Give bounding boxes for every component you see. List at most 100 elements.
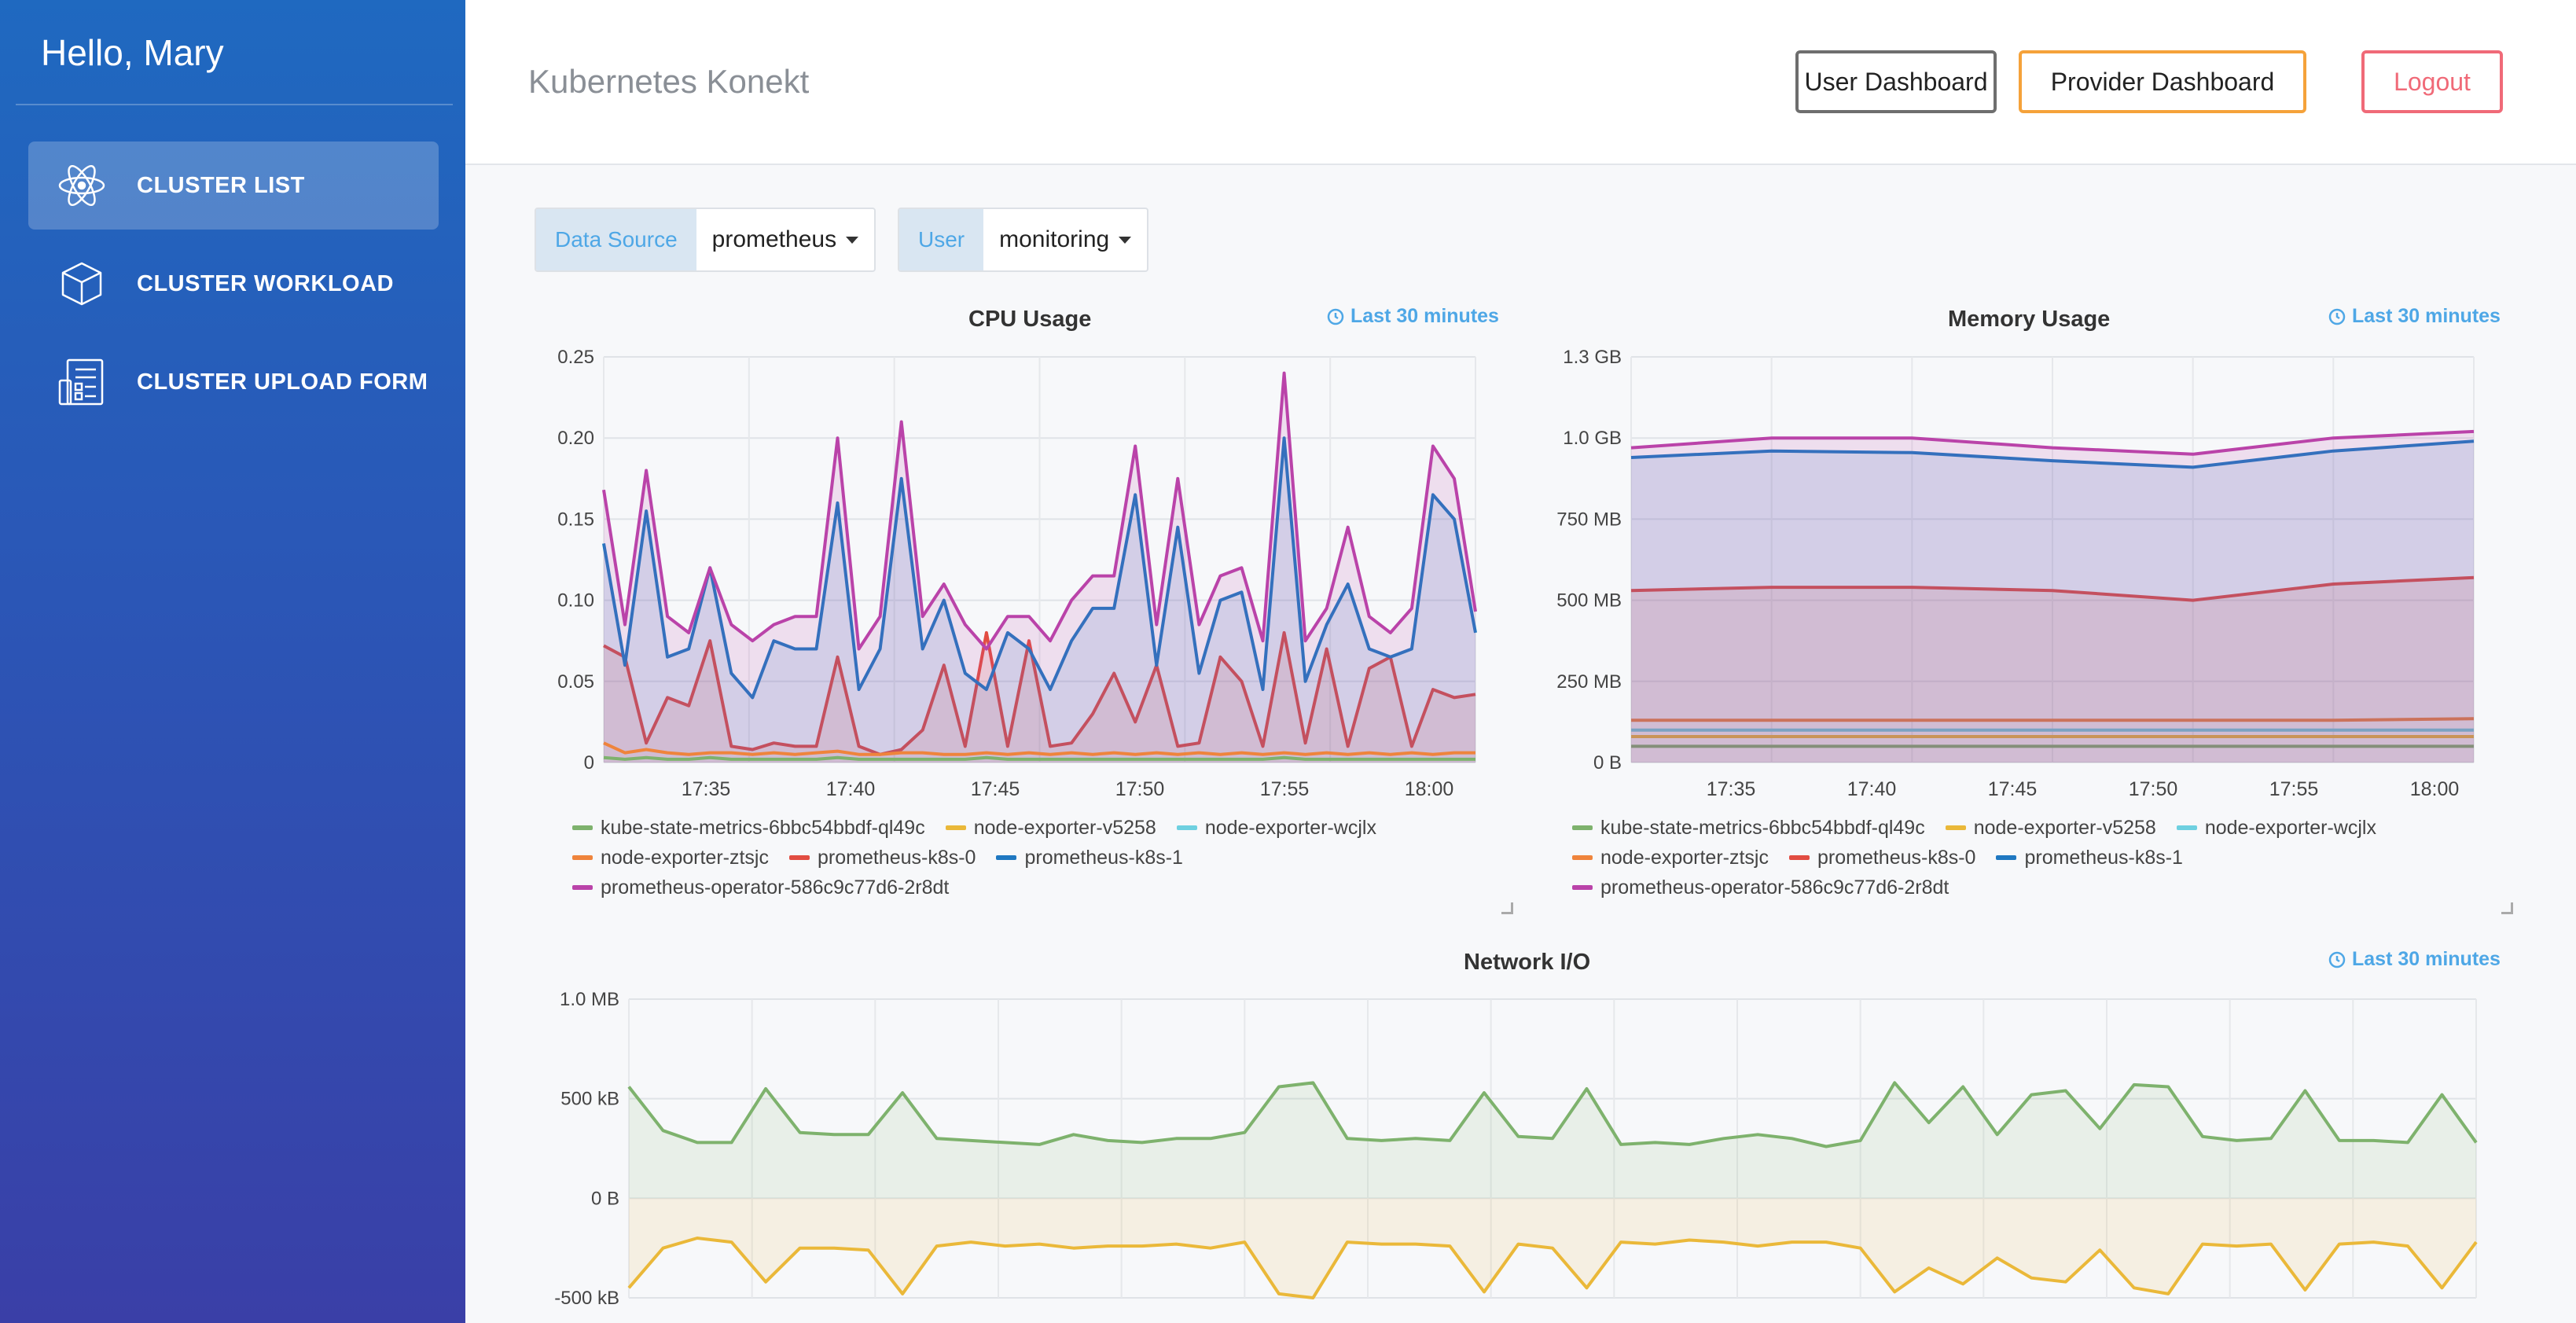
page-title: Kubernetes Konekt — [528, 63, 810, 100]
x-tick-label: 17:50 — [1115, 778, 1165, 800]
legend-item[interactable]: prometheus-k8s-0 — [1788, 846, 1976, 869]
sidebar-item-cluster-upload-form[interactable]: CLUSTER UPLOAD FORM — [28, 338, 439, 426]
legend-item[interactable]: prometheus-k8s-0 — [788, 846, 976, 869]
legend-row: prometheus-operator-586c9c77d6-2r8dt — [1572, 873, 2376, 902]
x-tick-label: 18:00 — [1405, 778, 1454, 800]
legend-swatch — [1176, 825, 1197, 830]
legend-item[interactable]: node-exporter-v5258 — [945, 816, 1156, 840]
x-tick-label: 17:35 — [682, 778, 731, 800]
caret-down-icon — [846, 236, 859, 244]
x-tick-label: 17:45 — [1988, 778, 2038, 800]
legend-row: node-exporter-ztsjc prometheus-k8s-0 prome… — [1572, 843, 2376, 873]
y-tick-label: 0 B — [1593, 752, 1622, 774]
legend-item[interactable]: node-exporter-ztsjc — [572, 847, 769, 869]
x-tick-label: 18:00 — [2410, 778, 2460, 800]
x-tick-label: 17:45 — [971, 778, 1020, 800]
legend-row: kube-state-metrics-6bbc54bbdf-ql49c node-… — [1572, 813, 2376, 843]
legend-row: prometheus-operator-586c9c77d6-2r8dt — [572, 873, 1376, 902]
legend-label: kube-state-metrics-6bbc54bbdf-ql49c — [601, 816, 925, 839]
data-source-filter: Data Source prometheus — [535, 208, 876, 272]
y-tick-label: 0.25 — [557, 347, 594, 368]
time-range-label: Last 30 minutes — [2352, 948, 2501, 970]
y-tick-label: 1.3 GB — [1563, 347, 1622, 368]
legend-item[interactable]: node-exporter-v5258 — [1945, 816, 2156, 840]
cpu-usage-chart: 0 0.05 0.10 0.15 0.20 0.25 17:35 17:40 17:45 17:5… — [557, 347, 1477, 800]
y-tick-label: 1.0 MB — [560, 989, 619, 1010]
provider-dashboard-button[interactable]: Provider Dashboard — [2019, 50, 2306, 113]
atom-icon — [53, 157, 110, 214]
y-tick-label: 0.20 — [557, 428, 594, 449]
clock-icon — [2328, 308, 2346, 325]
legend-swatch — [1572, 825, 1593, 830]
legend-row: kube-state-metrics-6bbc54bbdf-ql49c node-… — [572, 813, 1376, 843]
time-range-label: Last 30 minutes — [1350, 305, 1499, 327]
time-range-label: Last 30 minutes — [2352, 305, 2501, 327]
network-time-range[interactable]: Last 30 minutes — [2328, 948, 2501, 971]
legend-row: node-exporter-ztsjc prometheus-k8s-0 prome… — [572, 843, 1376, 873]
logout-button[interactable]: Logout — [2361, 50, 2503, 113]
form-document-icon — [53, 354, 110, 410]
x-tick-label: 17:55 — [2269, 778, 2319, 800]
legend-label: prometheus-k8s-0 — [1817, 846, 1976, 869]
legend-item[interactable]: node-exporter-wcjlx — [2176, 816, 2376, 840]
user-label: User — [899, 209, 984, 270]
legend-item[interactable]: node-exporter-ztsjc — [1572, 847, 1769, 869]
resize-handle[interactable] — [2501, 902, 2513, 914]
x-tick-label: 17:50 — [2129, 778, 2178, 800]
legend-item[interactable]: prometheus-operator-586c9c77d6-2r8dt — [572, 876, 949, 899]
memory-legend: kube-state-metrics-6bbc54bbdf-ql49c node-… — [1572, 813, 2376, 902]
sidebar-item-cluster-workload[interactable]: CLUSTER WORKLOAD — [28, 240, 439, 328]
legend-item[interactable]: prometheus-k8s-1 — [1996, 847, 2183, 869]
legend-item[interactable]: prometheus-k8s-1 — [996, 847, 1183, 869]
legend-swatch — [1788, 855, 1810, 860]
legend-label: kube-state-metrics-6bbc54bbdf-ql49c — [1600, 816, 1925, 839]
x-tick-label: 17:55 — [1260, 778, 1310, 800]
legend-label: node-exporter-v5258 — [973, 816, 1156, 839]
network-chart-title: Network I/O — [1464, 950, 1591, 975]
legend-label: node-exporter-ztsjc — [1600, 846, 1769, 869]
cube-icon — [53, 255, 110, 312]
sidebar-divider — [16, 104, 453, 105]
legend-swatch — [945, 825, 966, 830]
memory-chart-title: Memory Usage — [1948, 307, 2111, 332]
legend-swatch — [1996, 855, 2017, 860]
y-tick-label: 750 MB — [1556, 509, 1622, 530]
greeting: Hello, Mary — [41, 32, 224, 73]
y-tick-label: 0.15 — [557, 509, 594, 530]
sidebar-item-label: CLUSTER LIST — [137, 172, 305, 198]
legend-swatch — [996, 855, 1017, 860]
y-tick-label: 500 MB — [1556, 590, 1622, 612]
legend-label: prometheus-operator-586c9c77d6-2r8dt — [601, 876, 950, 899]
user-dashboard-button[interactable]: User Dashboard — [1795, 50, 1997, 113]
cpu-time-range[interactable]: Last 30 minutes — [1327, 305, 1499, 328]
sidebar-item-cluster-list[interactable]: CLUSTER LIST — [28, 141, 439, 230]
resize-handle[interactable] — [1501, 902, 1513, 914]
legend-label: prometheus-k8s-0 — [817, 846, 976, 869]
legend-swatch — [1572, 885, 1593, 890]
legend-swatch — [2176, 825, 2197, 830]
legend-swatch — [572, 855, 593, 860]
legend-item[interactable]: kube-state-metrics-6bbc54bbdf-ql49c — [1572, 817, 1925, 840]
legend-swatch — [572, 885, 593, 890]
data-source-value: prometheus — [711, 226, 837, 252]
legend-label: node-exporter-wcjlx — [1204, 816, 1376, 839]
y-tick-label: 0.10 — [557, 590, 594, 612]
sidebar: Hello, Mary CLUSTER LIST CLUSTER WORKLOA… — [0, 0, 465, 1323]
clock-icon — [2328, 951, 2346, 968]
user-filter: User monitoring — [898, 208, 1149, 272]
legend-label: node-exporter-v5258 — [1973, 816, 2156, 839]
data-source-label: Data Source — [536, 209, 696, 270]
legend-swatch — [1572, 855, 1593, 860]
legend-item[interactable]: kube-state-metrics-6bbc54bbdf-ql49c — [572, 817, 925, 840]
series-area — [1631, 431, 2474, 763]
legend-item[interactable]: node-exporter-wcjlx — [1176, 816, 1376, 840]
y-tick-label: 0 B — [591, 1188, 619, 1209]
data-source-select[interactable]: prometheus — [696, 209, 874, 270]
memory-time-range[interactable]: Last 30 minutes — [2328, 305, 2501, 328]
legend-label: node-exporter-wcjlx — [2204, 816, 2376, 839]
user-select[interactable]: monitoring — [983, 209, 1147, 270]
legend-item[interactable]: prometheus-operator-586c9c77d6-2r8dt — [1572, 876, 1949, 899]
series-area — [629, 1082, 2476, 1199]
x-tick-label: 17:40 — [1847, 778, 1897, 800]
caret-down-icon — [1119, 236, 1132, 244]
